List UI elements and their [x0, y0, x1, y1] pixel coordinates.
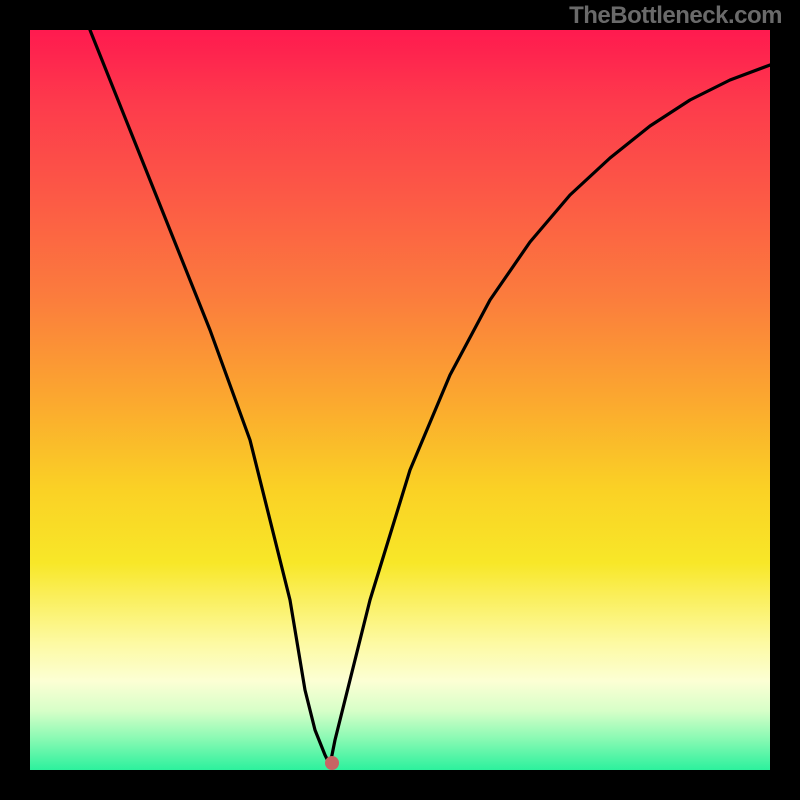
- minimum-marker: [325, 756, 339, 770]
- chart-svg: [30, 30, 770, 770]
- watermark-text: TheBottleneck.com: [569, 2, 782, 30]
- bottleneck-curve-path: [90, 30, 770, 765]
- chart-plot-area: [30, 30, 770, 770]
